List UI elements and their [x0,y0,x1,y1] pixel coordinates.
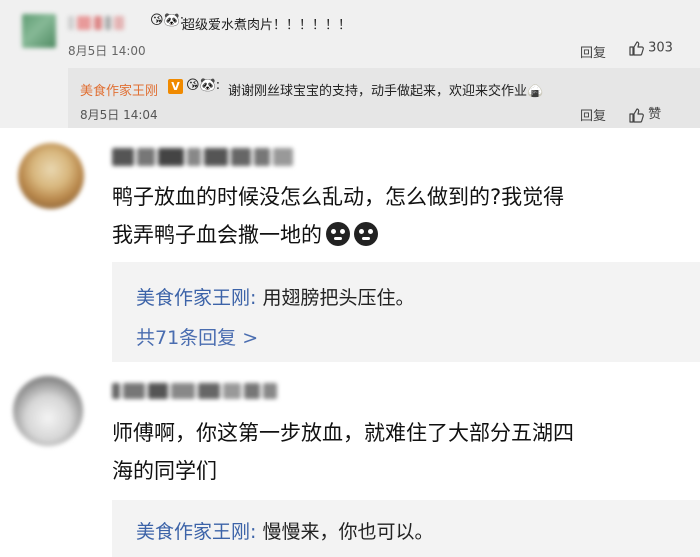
like-label: 赞 [648,107,662,122]
reply-timestamp: 8月5日 14:04 [80,106,158,123]
comment-line: 我弄鸭子血会撒一地的 [112,223,322,247]
top-comment: 😘🐼: 超级爱水煮肉片！！！！！！ 8月5日 14:00 回复 303 美食作家… [0,0,700,128]
like-count: 303 [648,40,673,56]
thumbs-up-icon [629,107,644,123]
reply-preview-line: 美食作家王刚: 用翅膀把头压住。 [136,283,414,310]
reply-button[interactable]: 回复 [580,42,606,61]
comment-line-with-emoji: 我弄鸭子血会撒一地的 [112,216,672,254]
comment-time: 14:00 [111,44,146,58]
verified-badge-icon: V [168,79,183,94]
reply-preview-line: 美食作家王刚: 慢慢来，你也可以。 [136,517,433,544]
username-blurred[interactable] [112,380,324,400]
sweat-face-emoji-icon [354,222,378,246]
reply-date: 8月5日 [80,108,120,122]
comment-line: 海的同学们 [112,459,217,483]
user-avatar[interactable] [13,376,83,446]
username-blurred[interactable] [68,12,146,32]
comment-date: 8月5日 [68,44,108,58]
separator: : [250,521,257,543]
reply-preview-text: 慢慢来，你也可以。 [262,521,434,543]
more-replies-link[interactable]: 共71条回复 > [136,323,258,350]
author-name-link[interactable]: 美食作家王刚 [136,287,250,309]
author-reply-text: 谢谢刚丝球宝宝的支持，动手做起来，欢迎来交作业🍙 [228,80,543,99]
comment-text: 鸭子放血的时候没怎么乱动，怎么做到的?我觉得 我弄鸭子血会撒一地的 [112,178,672,254]
sweat-face-emoji-icon [326,222,350,246]
like-button[interactable]: 赞 [628,103,661,123]
author-name-link[interactable]: 美食作家王刚 [136,521,250,543]
like-button[interactable]: 303 [628,40,673,56]
reply-preview-box[interactable]: 美食作家王刚: 慢慢来，你也可以。 [112,500,700,557]
comment-timestamp: 8月5日 14:00 [68,42,146,59]
comment-line: 鸭子放血的时候没怎么乱动，怎么做到的?我觉得 [112,185,565,209]
comment-line: 师傅啊，你这第一步放血，就难住了大部分五湖四 [112,421,574,445]
reply-preview-box[interactable]: 美食作家王刚: 用翅膀把头压住。 共71条回复 > [112,262,700,362]
comment-text: 师傅啊，你这第一步放血，就难住了大部分五湖四 海的同学们 [112,414,692,490]
reply-preview-text: 用翅膀把头压住。 [262,287,415,309]
author-reply-body: 谢谢刚丝球宝宝的支持，动手做起来，欢迎来交作业 [228,84,528,99]
rice-ball-emoji-icon: 🍙 [527,84,544,99]
comment-text: 超级爱水煮肉片！！！！！！ [182,18,352,33]
emoji-icon: 😘🐼: [150,13,185,28]
thumbs-up-icon [629,41,644,56]
user-avatar[interactable] [22,14,56,48]
emoji-icon: 😘🐼: [186,78,221,93]
separator: : [250,287,257,309]
author-reply: 美食作家王刚 V 😘🐼: 谢谢刚丝球宝宝的支持，动手做起来，欢迎来交作业🍙 8月… [68,68,700,128]
reply-button[interactable]: 回复 [580,105,606,124]
user-avatar[interactable] [18,143,84,209]
author-name-link[interactable]: 美食作家王刚 [80,80,158,99]
username-blurred[interactable] [112,146,316,170]
reply-time: 14:04 [123,108,158,122]
